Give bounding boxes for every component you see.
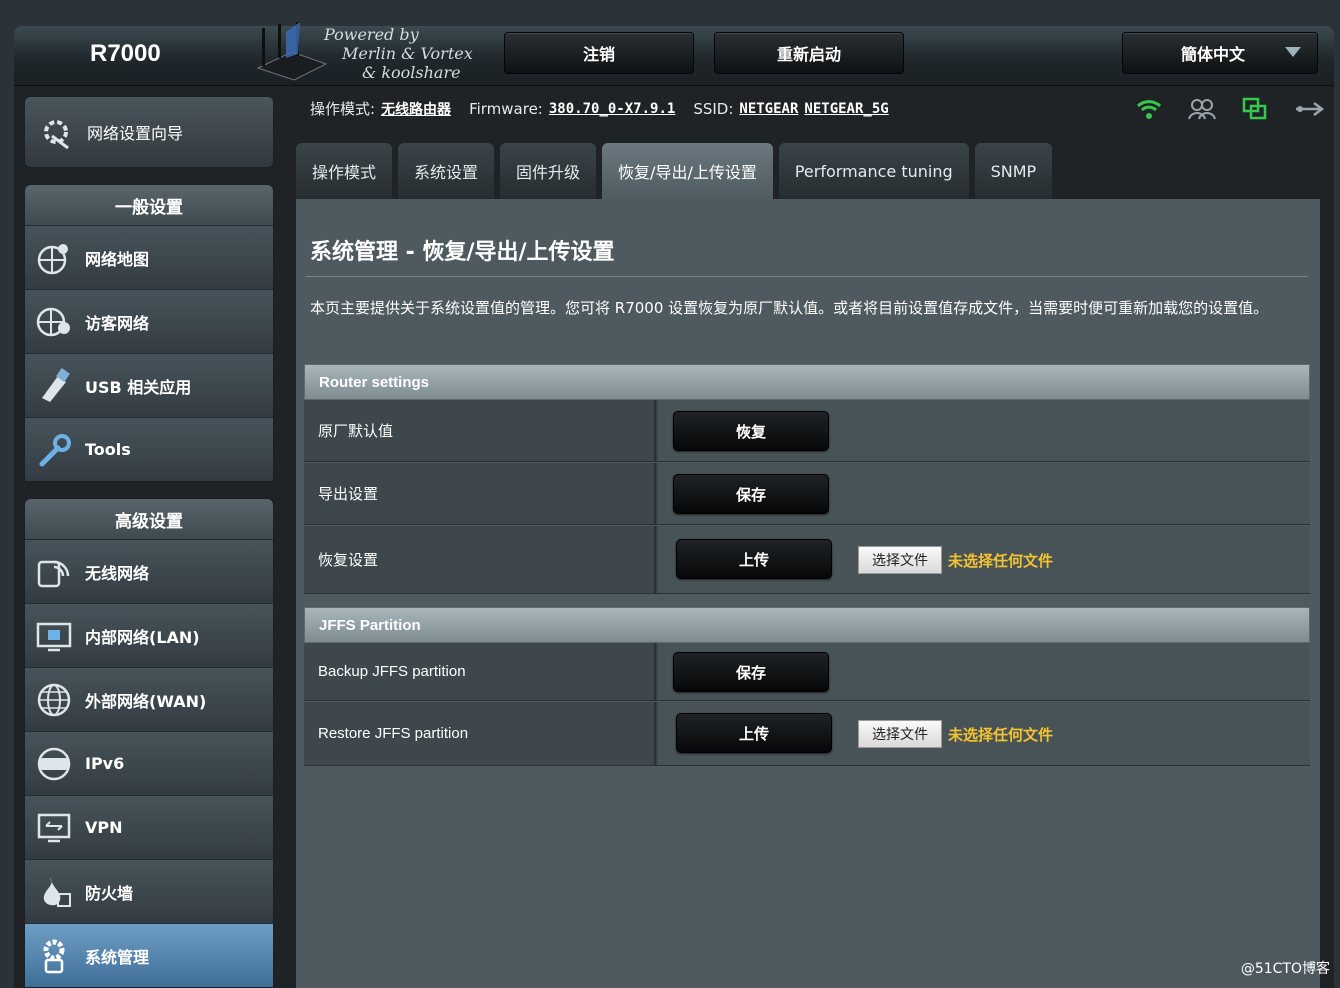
internet-status-icon[interactable]	[1242, 97, 1268, 121]
sidebar-item-lan[interactable]: 内部网络(LAN)	[25, 603, 273, 667]
sidebar-item-guest-network[interactable]: 访客网络	[25, 289, 273, 353]
page-title: 系统管理 - 恢复/导出/上传设置	[310, 240, 615, 265]
sidebar-item-ipv6[interactable]: IPv6	[25, 731, 273, 795]
powered-line-2: Merlin & Vortex	[342, 44, 473, 63]
wizard-icon	[37, 113, 75, 151]
row-label: 原厂默认值	[304, 400, 656, 461]
logout-button[interactable]: 注销	[504, 32, 694, 74]
row-label: Backup JFFS partition	[304, 643, 656, 700]
ssid-link-1[interactable]: NETGEAR	[739, 101, 798, 117]
sidebar-item-label: Tools	[85, 440, 131, 459]
sidebar-item-label: 系统管理	[85, 947, 150, 967]
language-select[interactable]: 簡体中文	[1122, 32, 1318, 74]
sidebar-item-label: IPv6	[85, 754, 125, 773]
sidebar-item-label: 访客网络	[85, 313, 150, 333]
tab-performance-tuning[interactable]: Performance tuning	[778, 143, 969, 199]
firmware-link[interactable]: 380.70_0-X7.9.1	[549, 101, 675, 117]
ssid-label: SSID:	[693, 99, 734, 118]
clients-icon[interactable]	[1188, 98, 1216, 120]
reboot-button[interactable]: 重新启动	[714, 32, 904, 74]
lan-icon	[35, 617, 73, 655]
advanced-settings-group: 高级设置 无线网络 内部网络(LAN) 外部网络(WAN) IPv6 VPN 防…	[24, 498, 274, 988]
sidebar-item-tools[interactable]: Tools	[25, 417, 273, 481]
wizard-label: 网络设置向导	[87, 124, 184, 143]
sidebar-item-label: 网络地图	[85, 249, 150, 269]
network-map-icon	[35, 239, 73, 277]
powered-line-1: Powered by	[324, 25, 419, 44]
wan-icon	[35, 681, 73, 719]
sidebar-item-label: 外部网络(WAN)	[85, 691, 207, 711]
router-logo-icon	[256, 22, 328, 81]
wifi-icon[interactable]	[1136, 98, 1162, 120]
tab-system[interactable]: 系统设置	[398, 143, 495, 199]
mode-link[interactable]: 无线路由器	[381, 99, 451, 119]
watermark: @51CTO博客	[1240, 961, 1330, 977]
administration-icon	[35, 937, 73, 975]
file-status-text: 未选择任何文件	[948, 552, 1054, 570]
advanced-settings-title: 高级设置	[25, 499, 273, 539]
sidebar-item-wan[interactable]: 外部网络(WAN)	[25, 667, 273, 731]
guest-network-icon	[35, 303, 73, 341]
sidebar-item-label: VPN	[85, 818, 123, 837]
sidebar-item-firewall[interactable]: 防火墙	[25, 859, 273, 923]
restore-jffs-upload-button[interactable]: 上传	[676, 713, 832, 753]
mode-label: 操作模式:	[310, 100, 376, 118]
page-description: 本页主要提供关于系统设置值的管理。您可将 R7000 设置恢复为原厂默认值。或者…	[310, 299, 1269, 317]
sidebar-item-wireless[interactable]: 无线网络	[25, 539, 273, 603]
sidebar-item-label: 防火墙	[85, 883, 134, 903]
jffs-partition-header: JFFS Partition	[304, 607, 1310, 643]
status-info-bar: 操作模式: 无线路由器 Firmware: 380.70_0-X7.9.1 SS…	[310, 98, 889, 119]
vpn-icon	[35, 809, 73, 847]
router-settings-header: Router settings	[304, 364, 1310, 400]
ssid-link-2[interactable]: NETGEAR_5G	[804, 101, 888, 117]
wireless-icon	[35, 553, 73, 591]
restore-setting-row: 恢复设置 上传 选择文件 未选择任何文件	[304, 526, 1310, 594]
sidebar-item-network-map[interactable]: 网络地图	[25, 225, 273, 289]
sidebar-item-usb-apps[interactable]: USB 相关应用	[25, 353, 273, 417]
general-settings-group: 一般设置 网络地图 访客网络 USB 相关应用 Tools	[24, 184, 274, 482]
file-status-text: 未选择任何文件	[948, 726, 1054, 744]
tab-restore-save-upload[interactable]: 恢复/导出/上传设置	[602, 143, 773, 199]
usb-status-icon[interactable]	[1294, 99, 1324, 119]
network-wizard-button[interactable]: 网络设置向导	[24, 96, 274, 168]
ipv6-icon	[35, 745, 73, 783]
usb-app-icon	[35, 367, 73, 405]
powered-line-3: & koolshare	[362, 63, 461, 82]
tools-icon	[35, 431, 73, 469]
choose-file-button[interactable]: 选择文件	[858, 720, 942, 748]
sidebar-item-label: 无线网络	[85, 563, 150, 583]
sidebar-item-label: USB 相关应用	[85, 377, 192, 397]
row-label: Restore JFFS partition	[304, 702, 656, 765]
sidebar-item-administration[interactable]: 系统管理	[25, 923, 273, 987]
powered-by: Powered by Merlin & Vortex & koolshare	[324, 25, 494, 82]
tab-operation-mode[interactable]: 操作模式	[296, 143, 393, 199]
save-setting-row: 导出设置 保存	[304, 463, 1310, 525]
restore-jffs-row: Restore JFFS partition 上传 选择文件 未选择任何文件	[304, 702, 1310, 766]
row-label: 恢复设置	[304, 526, 656, 593]
factory-default-row: 原厂默认值 恢复	[304, 400, 1310, 462]
tab-bar: 操作模式 系统设置 固件升级 恢复/导出/上传设置 Performance tu…	[296, 143, 1053, 199]
model-name: R7000	[90, 40, 161, 67]
tab-snmp[interactable]: SNMP	[974, 143, 1053, 199]
firmware-label: Firmware:	[469, 99, 543, 118]
general-settings-title: 一般设置	[25, 185, 273, 225]
backup-jffs-row: Backup JFFS partition 保存	[304, 643, 1310, 701]
restore-default-button[interactable]: 恢复	[673, 411, 829, 451]
choose-file-button[interactable]: 选择文件	[858, 546, 942, 574]
row-label: 导出设置	[304, 463, 656, 524]
sidebar-item-label: 内部网络(LAN)	[85, 627, 200, 647]
sidebar-item-vpn[interactable]: VPN	[25, 795, 273, 859]
status-icons	[1136, 97, 1324, 121]
firewall-icon	[35, 873, 73, 911]
chevron-down-icon	[1285, 47, 1301, 57]
backup-jffs-button[interactable]: 保存	[673, 652, 829, 692]
upload-setting-button[interactable]: 上传	[676, 539, 832, 579]
save-setting-button[interactable]: 保存	[673, 474, 829, 514]
tab-firmware-upgrade[interactable]: 固件升级	[500, 143, 597, 199]
title-divider	[306, 276, 1308, 277]
language-value: 簡体中文	[1181, 45, 1246, 64]
